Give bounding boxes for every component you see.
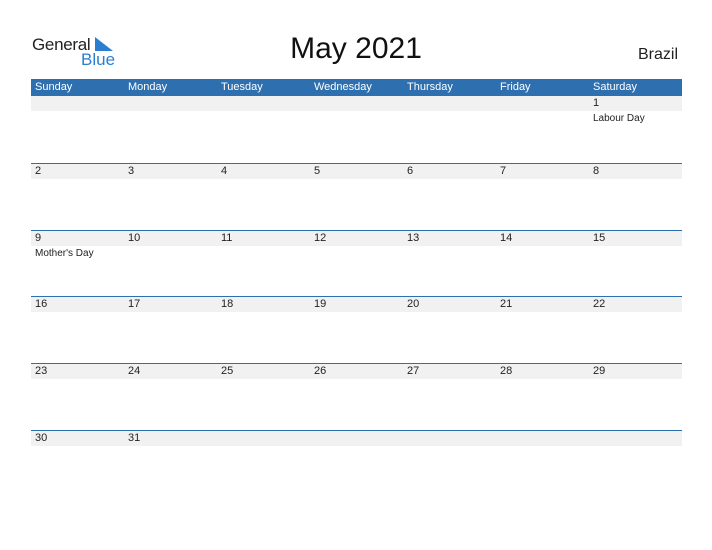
day-cell: 6 — [403, 164, 496, 231]
day-number: 10 — [128, 232, 141, 244]
weekday-saturday: Saturday — [593, 81, 638, 93]
day-number: 27 — [407, 365, 420, 377]
day-cell — [403, 96, 496, 163]
day-number: 31 — [128, 432, 141, 444]
day-cell — [496, 431, 589, 498]
day-number: 15 — [593, 232, 606, 244]
day-cell — [124, 96, 217, 163]
day-cell: 23 — [31, 364, 124, 431]
day-cell — [310, 96, 403, 163]
week-row: 16 17 18 19 20 21 22 — [31, 296, 682, 364]
day-number: 1 — [593, 97, 600, 109]
weekday-wednesday: Wednesday — [314, 81, 372, 93]
day-cell: 2 — [31, 164, 124, 231]
page-title: May 2021 — [290, 32, 422, 65]
holiday-label: Labour Day — [593, 113, 645, 124]
day-number: 11 — [221, 232, 233, 244]
day-number: 17 — [128, 298, 141, 310]
day-cell: 11 — [217, 231, 310, 298]
day-cell: 3 — [124, 164, 217, 231]
day-cell — [217, 96, 310, 163]
day-number: 14 — [500, 232, 513, 244]
day-cell: 10 — [124, 231, 217, 298]
week-row: 1 Labour Day — [31, 96, 682, 163]
weekday-header: Sunday Monday Tuesday Wednesday Thursday… — [31, 79, 682, 96]
day-number: 9 — [35, 232, 42, 244]
day-number: 6 — [407, 165, 414, 177]
day-cell — [217, 431, 310, 498]
day-cell: 29 — [589, 364, 682, 431]
day-number: 22 — [593, 298, 606, 310]
weekday-sunday: Sunday — [35, 81, 73, 93]
day-number: 8 — [593, 165, 600, 177]
day-cell: 18 — [217, 297, 310, 364]
day-cell: 19 — [310, 297, 403, 364]
day-cell: 20 — [403, 297, 496, 364]
day-number: 28 — [500, 365, 513, 377]
day-cell: 4 — [217, 164, 310, 231]
day-cell: 15 — [589, 231, 682, 298]
weekday-monday: Monday — [128, 81, 168, 93]
day-cell: 26 — [310, 364, 403, 431]
day-cell: 7 — [496, 164, 589, 231]
day-cell: 27 — [403, 364, 496, 431]
weekday-friday: Friday — [500, 81, 531, 93]
day-number: 29 — [593, 365, 606, 377]
day-number: 25 — [221, 365, 234, 377]
day-number: 21 — [500, 298, 513, 310]
day-cell: 17 — [124, 297, 217, 364]
day-number: 20 — [407, 298, 420, 310]
day-number: 23 — [35, 365, 48, 377]
day-number: 7 — [500, 165, 507, 177]
day-number: 4 — [221, 165, 228, 177]
day-cell — [403, 431, 496, 498]
day-number: 18 — [221, 298, 234, 310]
day-cell: 22 — [589, 297, 682, 364]
day-number: 24 — [128, 365, 141, 377]
day-number: 26 — [314, 365, 327, 377]
day-number: 19 — [314, 298, 327, 310]
country-label: Brazil — [637, 46, 678, 63]
day-cell: 30 — [31, 431, 124, 498]
holiday-label: Mother's Day — [35, 248, 94, 259]
weekday-thursday: Thursday — [407, 81, 453, 93]
day-cell: 1 Labour Day — [589, 96, 682, 163]
day-number: 5 — [314, 165, 321, 177]
day-cell: 21 — [496, 297, 589, 364]
day-number: 13 — [407, 232, 420, 244]
day-cell: 8 — [589, 164, 682, 231]
day-cell: 28 — [496, 364, 589, 431]
day-cell: 13 — [403, 231, 496, 298]
day-cell: 16 — [31, 297, 124, 364]
day-cell: 9 Mother's Day — [31, 231, 124, 298]
week-row: 9 Mother's Day 10 11 12 13 14 15 — [31, 230, 682, 298]
day-cell: 24 — [124, 364, 217, 431]
day-number: 2 — [35, 165, 42, 177]
day-cell — [589, 431, 682, 498]
day-cell — [496, 96, 589, 163]
week-row: 23 24 25 26 27 28 29 — [31, 363, 682, 431]
day-cell — [310, 431, 403, 498]
day-number: 12 — [314, 232, 327, 244]
day-number: 30 — [35, 432, 48, 444]
day-cell: 31 — [124, 431, 217, 498]
day-cell: 25 — [217, 364, 310, 431]
week-row: 30 31 — [31, 430, 682, 498]
day-cell: 5 — [310, 164, 403, 231]
day-number: 16 — [35, 298, 48, 310]
week-row: 2 3 4 5 6 7 8 — [31, 163, 682, 231]
day-cell — [31, 96, 124, 163]
day-cell: 14 — [496, 231, 589, 298]
weekday-tuesday: Tuesday — [221, 81, 263, 93]
day-cell: 12 — [310, 231, 403, 298]
day-number: 3 — [128, 165, 135, 177]
